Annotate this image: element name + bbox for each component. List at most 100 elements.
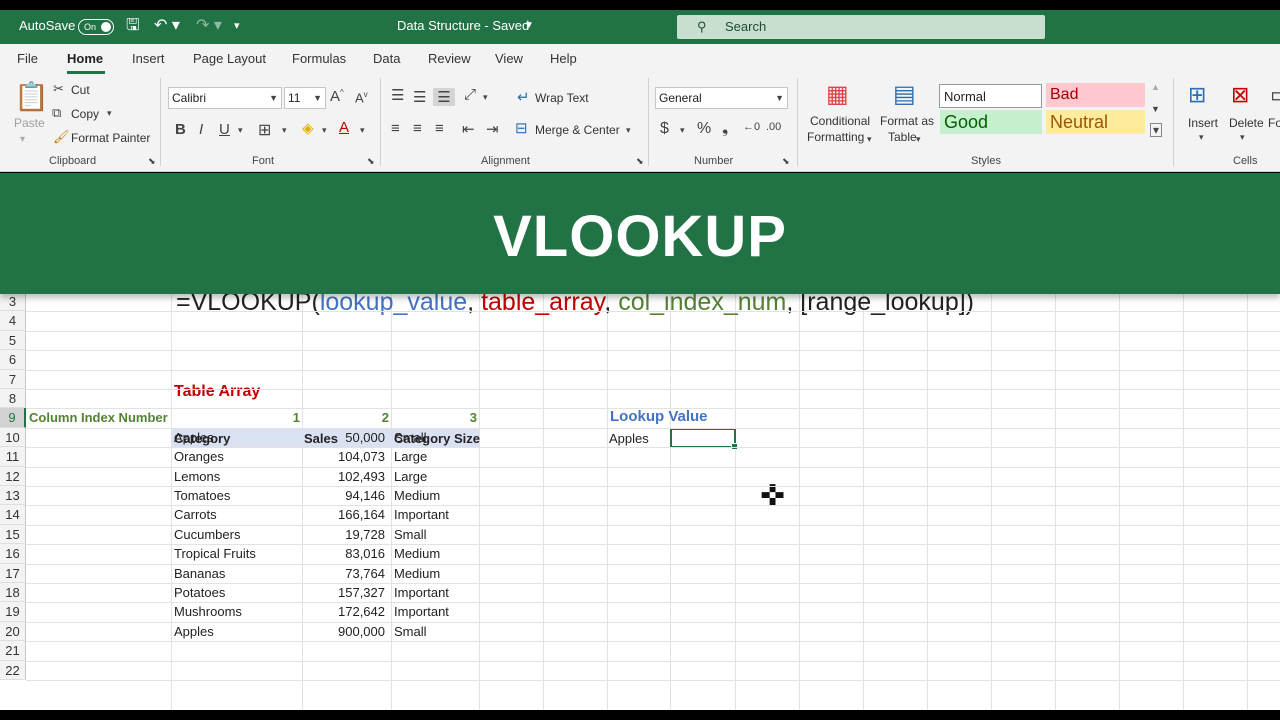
row-header[interactable]: 10	[0, 427, 26, 448]
row-header[interactable]: 19	[0, 602, 26, 622]
title-chevron-down-icon[interactable]: ▼	[524, 10, 534, 44]
tab-review[interactable]: Review	[428, 51, 471, 66]
tab-data[interactable]: Data	[373, 51, 400, 66]
row-header[interactable]: 7	[0, 369, 26, 389]
font-name-select[interactable]: Calibri ▼	[168, 87, 282, 109]
row-header[interactable]: 14	[0, 505, 26, 525]
undo-icon[interactable]: ↶ ▾	[154, 10, 180, 44]
format-painter-icon[interactable]: 🖌	[53, 129, 70, 145]
tab-formulas[interactable]: Formulas	[292, 51, 346, 66]
save-icon[interactable]: 🖫	[126, 10, 140, 44]
increase-indent-icon[interactable]: ⇥	[486, 120, 499, 138]
delete-cells-icon[interactable]: ⊠	[1231, 82, 1249, 108]
cell-sales[interactable]: 94,146	[304, 486, 385, 505]
style-neutral[interactable]: Neutral	[1046, 110, 1145, 134]
styles-more-icon[interactable]: ▾	[1150, 123, 1162, 137]
cell-category[interactable]: Potatoes	[174, 583, 225, 602]
cut-button[interactable]: Cut	[71, 83, 90, 97]
row-header[interactable]: 6	[0, 350, 26, 370]
customize-toolbar-icon[interactable]: ▾	[234, 10, 240, 44]
format-as-table-label-1[interactable]: Format as	[880, 114, 934, 128]
row-header[interactable]: 11	[0, 447, 26, 467]
cell-category[interactable]: Mushrooms	[174, 602, 242, 621]
cell-sales[interactable]: 50,000	[304, 428, 385, 447]
row-header[interactable]: 20	[0, 621, 26, 642]
tab-insert[interactable]: Insert	[132, 51, 165, 66]
increase-decimal-icon[interactable]: ←0	[743, 121, 760, 133]
currency-icon[interactable]: $	[660, 120, 669, 138]
styles-scroll-down-icon[interactable]: ▼	[1151, 104, 1160, 114]
cell-sales[interactable]: 19,728	[304, 525, 385, 544]
cell-sales[interactable]: 73,764	[304, 564, 385, 583]
cell-category-size[interactable]: Important	[394, 583, 449, 602]
cell-category-size[interactable]: Important	[394, 602, 449, 621]
increase-font-icon[interactable]: A^	[330, 88, 344, 105]
delete-chevron-icon[interactable]: ▾	[1240, 132, 1245, 143]
worksheet-grid[interactable]: =VLOOKUP(lookup_value, table_array, col_…	[0, 294, 1280, 710]
fill-color-chevron-icon[interactable]: ▾	[322, 125, 327, 136]
cell-category-size[interactable]: Small	[394, 428, 427, 447]
borders-chevron-icon[interactable]: ▾	[282, 125, 287, 136]
cell-category-size[interactable]: Medium	[394, 564, 440, 583]
number-launcher-icon[interactable]: ⬊	[782, 156, 790, 167]
conditional-formatting-label-2[interactable]: Formatting	[807, 130, 864, 144]
format-cells-icon[interactable]: ▭	[1270, 82, 1280, 108]
row-header[interactable]: 18	[0, 583, 26, 603]
underline-icon[interactable]: U	[219, 121, 230, 138]
cell-category-size[interactable]: Large	[394, 467, 427, 486]
cell-sales[interactable]: 166,164	[304, 505, 385, 524]
cell-sales[interactable]: 102,493	[304, 467, 385, 486]
row-header[interactable]: 13	[0, 486, 26, 506]
lookup-value-cell[interactable]: Apples	[609, 429, 649, 448]
orientation-icon[interactable]: ⤢	[464, 86, 476, 103]
cell-category[interactable]: Bananas	[174, 564, 225, 583]
align-top-icon[interactable]: ☰	[391, 86, 404, 104]
orientation-chevron-icon[interactable]: ▾	[483, 92, 488, 103]
font-size-select[interactable]: 11 ▼	[284, 87, 326, 109]
cell-category-size[interactable]: Medium	[394, 544, 440, 563]
format-as-table-chevron-icon[interactable]: ▾	[916, 134, 921, 145]
insert-cells-button[interactable]: Insert	[1188, 116, 1218, 130]
cut-icon[interactable]: ✂	[53, 81, 64, 97]
copy-button[interactable]: Copy	[71, 107, 99, 121]
conditional-formatting-chevron-icon[interactable]: ▾	[867, 134, 872, 145]
align-middle-icon[interactable]: ☰	[413, 88, 426, 106]
align-right-icon[interactable]: ≡	[435, 120, 444, 137]
format-cells-button[interactable]: Fo	[1268, 116, 1280, 130]
tab-help[interactable]: Help	[550, 51, 577, 66]
row-header[interactable]: 17	[0, 563, 26, 583]
copy-chevron-icon[interactable]: ▾	[107, 108, 112, 119]
format-painter-button[interactable]: Format Painter	[71, 131, 150, 145]
cell-sales[interactable]: 83,016	[304, 544, 385, 563]
format-as-table-icon[interactable]: ▤	[893, 80, 916, 109]
font-launcher-icon[interactable]: ⬊	[367, 156, 375, 167]
decrease-font-icon[interactable]: Av	[355, 90, 368, 105]
row-header[interactable]: 9	[0, 408, 26, 428]
paste-chevron-icon[interactable]: ▾	[20, 134, 25, 145]
delete-cells-button[interactable]: Delete	[1229, 116, 1264, 130]
row-header[interactable]: 3	[0, 294, 26, 312]
tab-page-layout[interactable]: Page Layout	[193, 51, 266, 66]
row-header[interactable]: 16	[0, 544, 26, 564]
copy-icon[interactable]: ⧉	[52, 105, 61, 121]
styles-scroll-up-icon[interactable]: ▲	[1151, 82, 1160, 92]
redo-icon[interactable]: ↷ ▾	[196, 10, 222, 44]
style-normal[interactable]: Normal	[939, 84, 1042, 108]
bold-icon[interactable]: B	[175, 121, 186, 138]
cell-category[interactable]: Tomatoes	[174, 486, 230, 505]
comma-style-icon[interactable]: ❟	[722, 120, 728, 138]
clipboard-launcher-icon[interactable]: ⬊	[148, 156, 156, 167]
decrease-indent-icon[interactable]: ⇤	[462, 120, 475, 138]
merge-center-button[interactable]: Merge & Center	[535, 123, 620, 137]
cell-category[interactable]: Apples	[174, 622, 214, 641]
paste-button[interactable]: Paste	[14, 116, 45, 130]
currency-chevron-icon[interactable]: ▾	[680, 125, 685, 136]
format-as-table-label-2[interactable]: Table	[888, 130, 917, 144]
tab-home[interactable]: Home	[67, 51, 103, 66]
cell-sales[interactable]: 104,073	[304, 447, 385, 466]
align-left-icon[interactable]: ≡	[391, 120, 400, 137]
cell-sales[interactable]: 172,642	[304, 602, 385, 621]
row-header[interactable]: 22	[0, 660, 26, 680]
cell-category-size[interactable]: Important	[394, 505, 449, 524]
active-cell-selection[interactable]	[670, 428, 738, 450]
